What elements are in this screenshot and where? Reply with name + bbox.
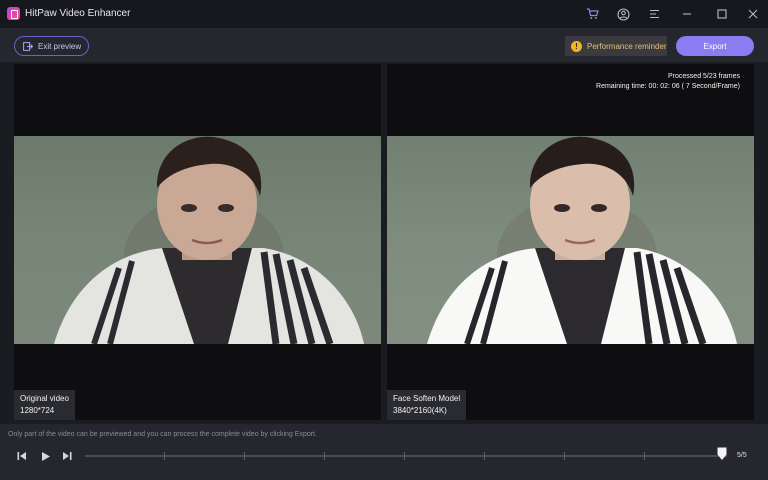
- exit-preview-label: Exit preview: [38, 41, 82, 51]
- warning-icon: !: [571, 40, 582, 52]
- timeline-tick: [564, 452, 565, 460]
- next-frame-button[interactable]: [60, 449, 74, 463]
- enhanced-video-caption: Face Soften Model 3840*2160(4K): [387, 390, 467, 420]
- minimize-icon[interactable]: [679, 6, 695, 22]
- close-icon[interactable]: [745, 6, 761, 22]
- app-title: HitPaw Video Enhancer: [25, 8, 131, 19]
- preview-hint: Only part of the video can be previewed …: [8, 431, 317, 438]
- processed-frames: Processed 5/23 frames: [668, 73, 740, 80]
- enhanced-video-panel: Processed 5/23 frames Remaining time: 00…: [387, 64, 754, 420]
- original-video-caption: Original video 1280*724: [14, 390, 75, 420]
- original-video-panel: Original video 1280*724: [14, 64, 381, 420]
- performance-reminder-label: Performance reminder: [587, 41, 667, 51]
- exit-preview-button[interactable]: Exit preview: [14, 36, 89, 56]
- menu-icon[interactable]: [646, 6, 662, 22]
- timeline-tick: [404, 452, 405, 460]
- timeline-tick: [244, 452, 245, 460]
- exit-icon: [23, 41, 33, 51]
- remaining-time: Remaining time: 00: 02: 06 ( 7 Second/Fr…: [596, 83, 740, 90]
- enhanced-video-frame: [387, 136, 754, 344]
- account-icon[interactable]: [615, 6, 631, 22]
- processing-status: Processed 5/23 frames Remaining time: 00…: [596, 72, 740, 92]
- cart-icon[interactable]: [584, 6, 600, 22]
- previous-frame-button[interactable]: [15, 449, 29, 463]
- play-icon: [41, 451, 50, 461]
- step-back-icon: [17, 452, 26, 460]
- step-forward-icon: [63, 452, 72, 460]
- timeline-tick: [644, 452, 645, 460]
- export-button[interactable]: Export: [676, 36, 754, 56]
- preview-timeline[interactable]: [85, 452, 727, 460]
- enhanced-video-resolution: 3840*2160(4K): [393, 406, 447, 415]
- timeline-tick: [484, 452, 485, 460]
- timeline-tick: [164, 452, 165, 460]
- app-logo-icon: [7, 7, 20, 20]
- timeline-tick: [324, 452, 325, 460]
- maximize-icon[interactable]: [714, 6, 730, 22]
- original-video-frame: [14, 136, 381, 344]
- person-image-enhanced: [427, 136, 737, 344]
- performance-reminder-button[interactable]: ! Performance reminder: [565, 36, 667, 56]
- person-image: [54, 136, 364, 344]
- play-button[interactable]: [38, 449, 52, 463]
- original-video-resolution: 1280*724: [20, 406, 55, 415]
- playhead-icon: [717, 447, 727, 460]
- timeline-handle[interactable]: [717, 447, 727, 461]
- original-video-label: Original video: [20, 394, 69, 403]
- model-label: Face Soften Model: [393, 394, 461, 403]
- frame-counter: 5/5: [737, 452, 747, 459]
